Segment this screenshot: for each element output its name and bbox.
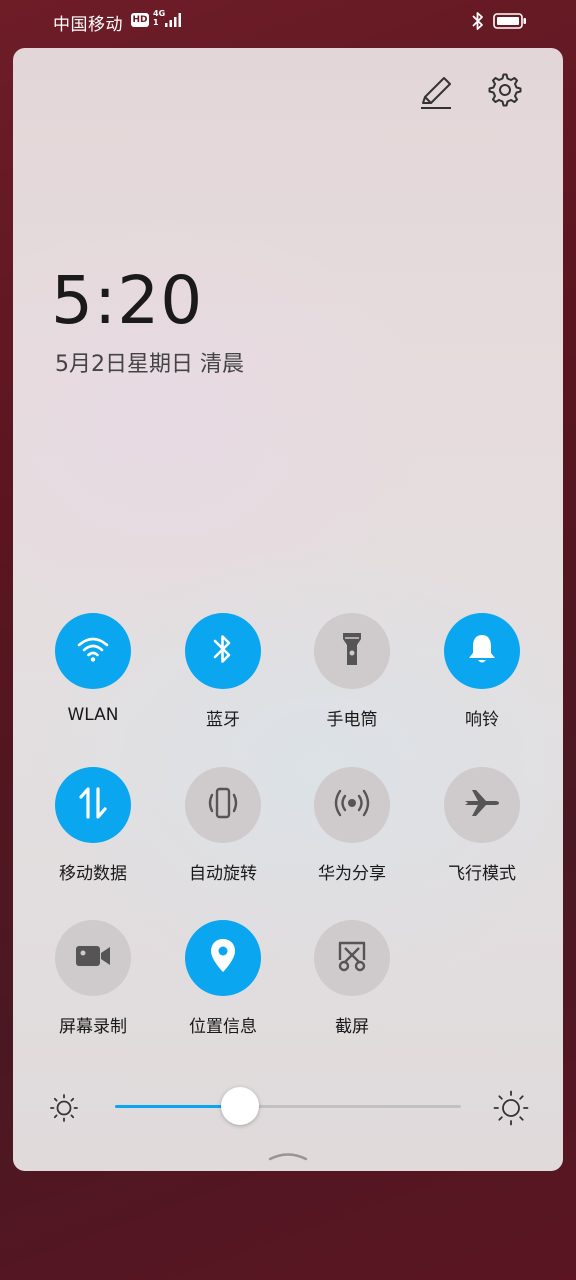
bluetooth-status-icon	[471, 11, 485, 35]
hd-badge: HD	[131, 13, 149, 27]
tile-screen-record[interactable]: 屏幕录制	[28, 920, 158, 1050]
tile-auto-rotate[interactable]: 自动旋转	[158, 767, 288, 897]
flashlight-icon	[341, 631, 363, 671]
tile-location-label: 位置信息	[189, 1017, 257, 1037]
tile-airplane-mode-button[interactable]	[444, 767, 520, 843]
tile-screenshot-label: 截屏	[335, 1017, 369, 1037]
wifi-icon	[76, 634, 110, 668]
tile-flashlight[interactable]: 手电筒	[287, 613, 417, 743]
collapse-handle-icon[interactable]	[267, 1148, 309, 1167]
tile-location[interactable]: 位置信息	[158, 920, 288, 1050]
tile-screenshot-button[interactable]	[314, 920, 390, 996]
brightness-low-icon	[49, 1093, 79, 1127]
mobile-data-icon	[78, 785, 108, 825]
tile-screenshot[interactable]: 截屏	[287, 920, 417, 1050]
tile-bluetooth[interactable]: 蓝牙	[158, 613, 288, 743]
tile-flashlight-button[interactable]	[314, 613, 390, 689]
settings-icon	[487, 72, 523, 112]
tile-ring-label: 响铃	[465, 710, 499, 730]
status-bar: 中国移动 HD 4G 1	[0, 0, 576, 44]
battery-icon	[493, 13, 527, 33]
tile-wlan-label: WLAN	[67, 705, 119, 725]
tile-airplane-mode-label: 飞行模式	[448, 864, 516, 884]
signal-icon	[164, 12, 184, 32]
tile-mobile-data[interactable]: 移动数据	[28, 767, 158, 897]
tile-flashlight-label: 手电筒	[326, 710, 378, 730]
tile-airplane-mode[interactable]: 飞行模式	[417, 767, 547, 897]
bell-icon	[466, 632, 498, 670]
tile-screen-record-button[interactable]	[55, 920, 131, 996]
tile-huawei-share-button[interactable]	[314, 767, 390, 843]
tile-huawei-share[interactable]: 华为分享	[287, 767, 417, 897]
brightness-high-icon	[493, 1090, 529, 1130]
clock-date: 5月2日星期日 清晨	[55, 352, 244, 377]
edit-button[interactable]	[416, 74, 456, 114]
bluetooth-icon	[210, 632, 236, 670]
quick-settings-panel: 5:20 5月2日星期日 清晨 WLAN 蓝牙 手电筒 响铃 移动数据 自动旋转…	[13, 48, 563, 1171]
tile-mobile-data-button[interactable]	[55, 767, 131, 843]
tile-wlan-button[interactable]	[55, 613, 131, 689]
brightness-slider-thumb[interactable]	[220, 1087, 259, 1125]
carrier-name: 中国移动	[53, 15, 123, 35]
location-icon	[208, 937, 238, 979]
network-type-sub: 1	[153, 18, 159, 27]
edit-icon	[417, 73, 455, 115]
tile-mobile-data-label: 移动数据	[59, 864, 127, 884]
tile-auto-rotate-button[interactable]	[185, 767, 261, 843]
tile-bluetooth-label: 蓝牙	[206, 710, 240, 730]
clock-time: 5:20	[51, 262, 204, 339]
huawei-share-icon	[333, 788, 371, 822]
airplane-icon	[463, 788, 501, 822]
tile-ring-button[interactable]	[444, 613, 520, 689]
tile-huawei-share-label: 华为分享	[318, 864, 386, 884]
tile-screen-record-label: 屏幕录制	[59, 1017, 127, 1037]
tile-wlan[interactable]: WLAN	[28, 613, 158, 743]
tile-location-button[interactable]	[185, 920, 261, 996]
tile-ring[interactable]: 响铃	[417, 613, 547, 743]
tile-auto-rotate-label: 自动旋转	[189, 864, 257, 884]
auto-rotate-icon	[205, 786, 241, 824]
brightness-slider[interactable]	[115, 1087, 461, 1125]
settings-button[interactable]	[485, 72, 525, 112]
screenshot-icon	[334, 938, 370, 978]
screen-record-icon	[74, 943, 112, 973]
tile-bluetooth-button[interactable]	[185, 613, 261, 689]
